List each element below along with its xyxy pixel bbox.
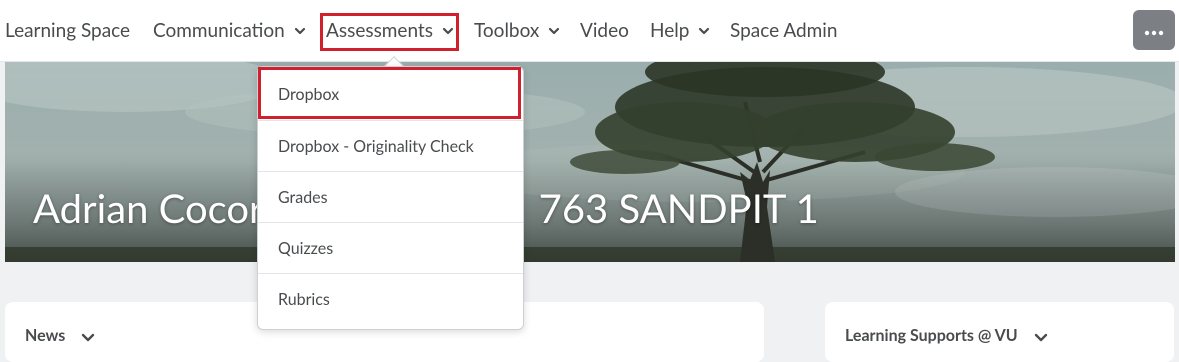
assessments-dropdown-menu: Dropbox Dropbox - Originality Check Grad…: [257, 66, 524, 330]
chevron-down-icon: [698, 25, 710, 37]
learning-supports-widget-title[interactable]: Learning Supports @ VU: [845, 326, 1048, 345]
learning-supports-widget-title-label: Learning Supports @ VU: [845, 326, 1018, 345]
nav-video-label: Video: [580, 19, 629, 42]
learning-supports-widget: Learning Supports @ VU: [825, 302, 1174, 362]
chevron-down-icon: [294, 25, 306, 37]
menu-item-dropbox[interactable]: Dropbox: [258, 69, 523, 120]
nav-communication-label: Communication: [153, 19, 285, 42]
news-widget-title[interactable]: News: [25, 326, 95, 345]
banner-image: [5, 62, 1175, 262]
chevron-down-icon: [81, 329, 95, 343]
nav-space-admin-label: Space Admin: [730, 19, 838, 42]
nav-communication[interactable]: Communication: [153, 0, 306, 61]
nav-video[interactable]: Video: [580, 0, 629, 61]
nav-space-admin[interactable]: Space Admin: [730, 0, 837, 61]
chevron-down-icon: [548, 25, 560, 37]
nav-assessments-label: Assessments: [326, 19, 433, 42]
menu-item-grades[interactable]: Grades: [258, 171, 523, 222]
nav-learning-space-label: Learning Space: [5, 19, 131, 42]
menu-item-dropbox-originality-check-label: Dropbox - Originality Check: [278, 136, 474, 156]
more-options-button[interactable]: [1133, 10, 1175, 50]
course-banner: Adrian Cocor 763 SANDPIT 1: [5, 62, 1175, 262]
nav-learning-space[interactable]: Learning Space: [5, 0, 130, 61]
menu-item-grades-label: Grades: [278, 187, 328, 207]
menu-item-quizzes-label: Quizzes: [278, 238, 334, 258]
menu-item-dropbox-originality-check[interactable]: Dropbox - Originality Check: [258, 120, 523, 171]
chevron-down-icon: [1034, 329, 1048, 343]
ellipsis-icon: [1144, 21, 1164, 40]
nav-toolbox[interactable]: Toolbox: [474, 0, 560, 61]
nav-assessments[interactable]: Assessments: [326, 0, 454, 61]
nav-help[interactable]: Help: [650, 0, 710, 61]
menu-item-dropbox-label: Dropbox: [278, 85, 340, 104]
top-navbar: Learning Space Communication Assessments…: [0, 0, 1179, 62]
menu-item-quizzes[interactable]: Quizzes: [258, 222, 523, 273]
chevron-down-icon: [442, 25, 454, 37]
nav-help-label: Help: [650, 19, 690, 42]
course-title-left: Adrian Cocor: [33, 184, 264, 232]
course-title-right: 763 SANDPIT 1: [538, 184, 819, 232]
news-widget-title-label: News: [25, 326, 66, 345]
menu-item-rubrics[interactable]: Rubrics: [258, 273, 523, 324]
menu-item-rubrics-label: Rubrics: [278, 289, 330, 309]
nav-toolbox-label: Toolbox: [474, 19, 540, 42]
